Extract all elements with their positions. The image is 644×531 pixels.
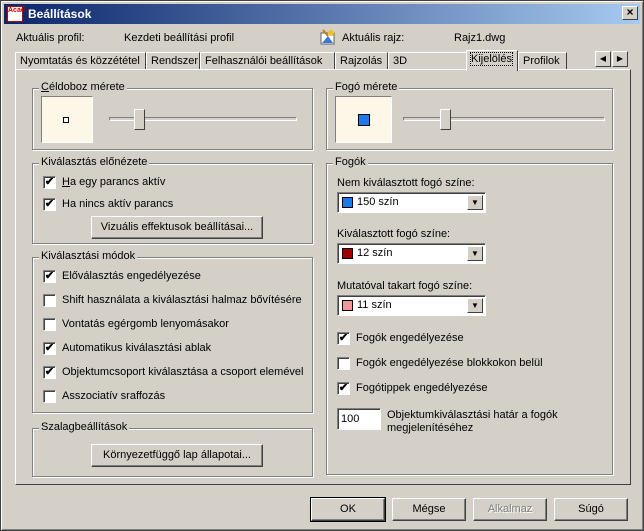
cancel-button[interactable]: Mégse <box>392 498 466 521</box>
press-and-drag-label: Vontatás egérgomb lenyomásakor <box>62 318 229 330</box>
chevron-down-icon[interactable]: ▼ <box>467 246 483 261</box>
selection-modes-group: Kiválasztási módok ✔ Előválasztás engedél… <box>32 250 313 413</box>
noun-verb-selection-checkbox[interactable]: ✔ <box>43 270 56 283</box>
pickbox-slider-thumb[interactable] <box>134 109 146 130</box>
pickbox-preview <box>41 96 93 143</box>
preview-when-command-active-label: Ha egy parancs aktív <box>62 176 166 188</box>
chevron-down-icon[interactable]: ▼ <box>467 298 483 313</box>
selection-tab-panel: Céldoboz mérete Kiválasztás előnézete ✔ … <box>15 69 631 485</box>
tab-3d-modeling[interactable]: 3D modellezés <box>388 52 468 83</box>
tab-plot-publish[interactable]: Nyomtatás és közzététel <box>15 52 146 70</box>
close-button[interactable]: × <box>622 6 638 20</box>
unselected-grip-color-value: 150 szín <box>357 196 399 208</box>
tab-system[interactable]: Rendszer <box>146 52 200 70</box>
help-button[interactable]: Súgó <box>554 498 628 521</box>
tab-label: Rendszer <box>151 55 199 67</box>
tab-user-preferences[interactable]: Felhasználói beállítások <box>200 52 335 70</box>
grip-slider-thumb[interactable] <box>440 109 452 130</box>
tab-label: Kijelölés <box>470 52 513 66</box>
current-profile-value: Kezdeti beállítási profil <box>124 32 235 44</box>
tab-profiles[interactable]: Profilok <box>518 52 567 70</box>
drawing-icon <box>319 28 337 46</box>
unselected-grip-color-dropdown[interactable]: 150 szín ▼ <box>337 192 486 213</box>
enable-grip-tips-label: Fogótippek engedélyezése <box>356 382 488 394</box>
tab-strip: Nyomtatás és közzététel Rendszer Felhasz… <box>15 50 631 83</box>
grip-preview-square <box>358 114 370 126</box>
grip-object-limit-input[interactable] <box>337 408 381 430</box>
grip-size-title: Fogó mérete <box>333 81 400 93</box>
tab-label: Profilok <box>523 55 560 67</box>
object-grouping-label: Objektumcsoport kiválasztása a csoport e… <box>62 366 304 378</box>
current-drawing-value: Rajz1.dwg <box>454 32 506 44</box>
tab-label: Nyomtatás és közzététel <box>20 55 140 67</box>
selected-grip-color-dropdown[interactable]: 12 szín ▼ <box>337 243 486 264</box>
pickbox-size-group: Céldoboz mérete <box>32 81 313 150</box>
preview-when-command-active-checkbox[interactable]: ✔ <box>43 176 56 189</box>
implied-windowing-checkbox[interactable]: ✔ <box>43 342 56 355</box>
use-shift-to-add-label: Shift használata a kiválasztási halmaz b… <box>62 294 302 306</box>
preview-no-command-active-label: Ha nincs aktív parancs <box>62 198 174 210</box>
grip-object-limit-label-line2: megjelenítéséhez <box>387 422 474 434</box>
unselected-grip-color-label: Nem kiválasztott fogó színe: <box>337 177 475 189</box>
tab-scroll-right-button[interactable]: ▶ <box>612 51 628 67</box>
ok-button[interactable]: OK <box>310 497 386 522</box>
ribbon-options-title: Szalagbeállítások <box>39 421 130 433</box>
press-and-drag-checkbox[interactable] <box>43 318 56 331</box>
implied-windowing-label: Automatikus kiválasztási ablak <box>62 342 212 354</box>
hover-grip-color-swatch <box>342 300 353 311</box>
selection-preview-group: Kiválasztás előnézete ✔ Ha egy parancs a… <box>32 156 313 244</box>
grip-preview <box>335 96 392 143</box>
selection-modes-title: Kiválasztási módok <box>39 250 138 262</box>
hover-grip-color-label: Mutatóval takart fogó színe: <box>337 280 473 292</box>
chevron-down-icon[interactable]: ▼ <box>467 195 483 210</box>
options-dialog: Acad Beállítások × Aktuális profil: Kezd… <box>0 0 644 531</box>
tab-label: Rajzolás <box>340 55 383 67</box>
pickbox-preview-square <box>63 117 69 123</box>
visual-effects-settings-button[interactable]: Vizuális effektusok beállításai... <box>91 216 263 239</box>
selected-grip-color-label: Kiválasztott fogó színe: <box>337 228 451 240</box>
title-bar[interactable]: Acad Beállítások × <box>4 4 640 24</box>
grip-object-limit-label-line1: Objektumkiválasztási határ a fogók <box>387 409 558 421</box>
grip-size-group: Fogó mérete <box>326 81 613 150</box>
pickbox-size-title: Céldoboz mérete <box>39 81 127 93</box>
ribbon-options-group: Szalagbeállítások Környezetfüggő lap áll… <box>32 421 313 477</box>
grips-title: Fogók <box>333 156 368 168</box>
use-shift-to-add-checkbox[interactable] <box>43 294 56 307</box>
selected-grip-color-value: 12 szín <box>357 247 393 259</box>
enable-grip-tips-checkbox[interactable]: ✔ <box>337 382 350 395</box>
tab-scroll-left-button[interactable]: ◀ <box>595 51 611 67</box>
window-title: Beállítások <box>28 7 92 21</box>
noun-verb-selection-label: Előválasztás engedélyezése <box>62 270 201 282</box>
current-drawing-label: Aktuális rajz: <box>342 32 405 44</box>
grip-slider-track[interactable] <box>403 117 605 121</box>
enable-grips-label: Fogók engedélyezése <box>356 332 464 344</box>
autocad-app-icon: Acad <box>7 6 25 22</box>
apply-button[interactable]: Alkalmaz <box>473 498 547 521</box>
preview-no-command-active-checkbox[interactable]: ✔ <box>43 198 56 211</box>
current-profile-label: Aktuális profil: <box>16 32 85 44</box>
unselected-grip-color-swatch <box>342 197 353 208</box>
enable-grips-in-blocks-checkbox[interactable] <box>337 357 350 370</box>
tab-drafting[interactable]: Rajzolás <box>335 52 388 70</box>
enable-grips-in-blocks-label: Fogók engedélyezése blokkokon belül <box>356 357 543 369</box>
selected-grip-color-swatch <box>342 248 353 259</box>
grips-group: Fogók Nem kiválasztott fogó színe: 150 s… <box>326 156 613 475</box>
tab-selection[interactable]: Kijelölés <box>466 50 518 71</box>
associative-hatch-checkbox[interactable] <box>43 390 56 403</box>
hover-grip-color-dropdown[interactable]: 11 szín ▼ <box>337 295 486 316</box>
contextual-tab-states-button[interactable]: Környezetfüggő lap állapotai... <box>91 444 263 467</box>
selection-preview-title: Kiválasztás előnézete <box>39 156 150 168</box>
tab-label: Felhasználói beállítások <box>205 55 323 67</box>
associative-hatch-label: Asszociatív sraffozás <box>62 390 166 402</box>
object-grouping-checkbox[interactable]: ✔ <box>43 366 56 379</box>
enable-grips-checkbox[interactable]: ✔ <box>337 332 350 345</box>
hover-grip-color-value: 11 szín <box>357 299 392 311</box>
